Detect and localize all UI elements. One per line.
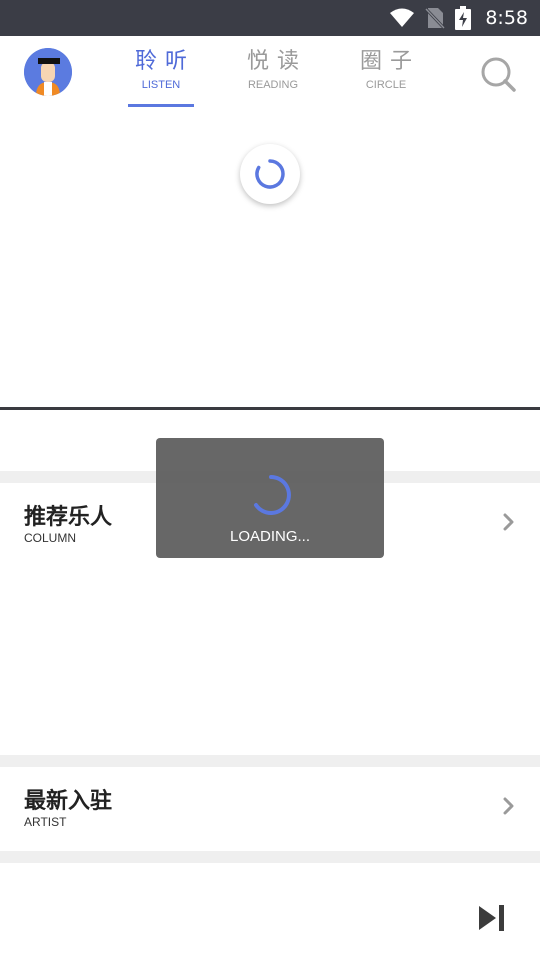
status-bar: 8:58 (0, 0, 540, 36)
avatar-illustration (24, 48, 72, 96)
section-separator (0, 755, 540, 767)
tab-label-en: LISTEN (141, 79, 181, 91)
no-sim-icon (425, 7, 446, 29)
tab-active-indicator (128, 104, 194, 107)
refresh-spinner (240, 144, 300, 204)
tab-label-zh: 聆听 (134, 49, 195, 74)
battery-charging-icon (455, 6, 472, 30)
tab-label-zh: 悦读 (246, 49, 307, 74)
tab-reading[interactable]: 悦读 READING (233, 48, 313, 92)
loading-spinner-icon (254, 475, 291, 515)
tab-circle[interactable]: 圈子 CIRCLE (346, 48, 426, 92)
chevron-right-icon (503, 513, 514, 531)
top-nav: 聆听 LISTEN 悦读 READING 圈子 CIRCLE (0, 36, 540, 110)
refresh-arc-icon (255, 159, 285, 189)
wifi-icon (390, 8, 415, 27)
loading-label: LOADING... (229, 528, 311, 545)
tab-listen[interactable]: 聆听 LISTEN (121, 48, 201, 92)
clock: 8:58 (485, 7, 528, 29)
avatar[interactable] (24, 48, 72, 96)
skip-next-icon[interactable] (476, 900, 508, 936)
section-title: 最新入驻 (24, 789, 113, 814)
loading-toast: LOADING... (156, 438, 384, 558)
chevron-right-icon (503, 797, 514, 815)
search-icon[interactable] (478, 54, 518, 94)
section-subtitle: COLUMN (24, 531, 77, 545)
tab-label-en: READING (247, 79, 299, 91)
section-separator (0, 851, 540, 863)
section-header-artist[interactable]: 最新入驻 ARTIST (0, 767, 540, 841)
section-title: 推荐乐人 (24, 505, 113, 530)
tab-label-zh: 圈子 (359, 49, 420, 74)
tab-label-en: CIRCLE (365, 79, 407, 91)
divider (0, 407, 540, 410)
section-subtitle: ARTIST (24, 815, 67, 829)
